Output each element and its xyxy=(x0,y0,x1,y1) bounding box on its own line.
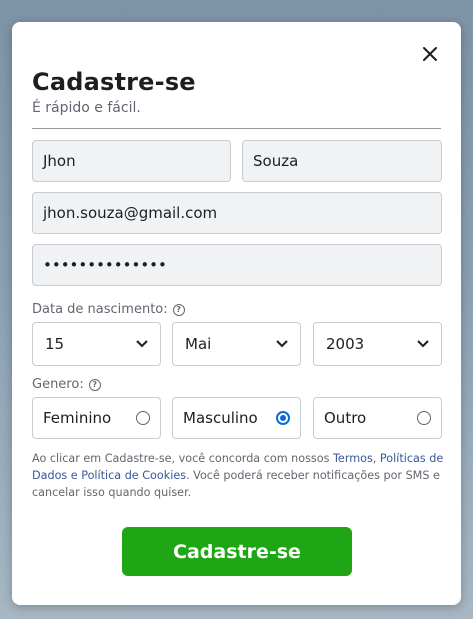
gender-option-feminino[interactable]: Feminino xyxy=(32,397,161,439)
gender-option-label: Feminino xyxy=(43,409,112,427)
terms-prefix: Ao clicar em Cadastre-se, você concorda … xyxy=(32,452,333,465)
divider xyxy=(32,128,441,129)
birth-label-text: Data de nascimento: xyxy=(32,302,168,317)
email-value: jhon.souza@gmail.com xyxy=(43,204,218,222)
first-name-value: Jhon xyxy=(43,152,76,170)
birth-day-select[interactable]: 15 xyxy=(32,322,161,366)
chevron-down-icon xyxy=(136,340,148,348)
terms-sep: , xyxy=(372,452,380,465)
birth-day-value: 15 xyxy=(45,335,65,353)
radio-button[interactable] xyxy=(136,411,150,425)
gender-option-masculino[interactable]: Masculino xyxy=(172,397,301,439)
birth-month-value: Mai xyxy=(185,335,212,353)
birth-month-select[interactable]: Mai xyxy=(172,322,301,366)
modal-subtitle: É rápido e fácil. xyxy=(32,100,141,116)
gender-option-outro[interactable]: Outro xyxy=(313,397,442,439)
last-name-input[interactable]: Souza xyxy=(242,140,442,182)
help-icon[interactable]: ? xyxy=(88,378,101,391)
signup-button[interactable]: Cadastre-se xyxy=(122,527,352,576)
signup-modal: Cadastre-se É rápido e fácil. Jhon Souza… xyxy=(12,22,461,605)
last-name-value: Souza xyxy=(253,152,299,170)
birth-year-value: 2003 xyxy=(326,335,365,353)
birth-year-select[interactable]: 2003 xyxy=(313,322,442,366)
gender-label-text: Genero: xyxy=(32,377,84,392)
chevron-down-icon xyxy=(417,340,429,348)
radio-button-checked[interactable] xyxy=(276,411,290,425)
close-icon xyxy=(423,47,437,61)
terms-text: Ao clicar em Cadastre-se, você concorda … xyxy=(32,450,444,501)
first-name-input[interactable]: Jhon xyxy=(32,140,231,182)
email-input[interactable]: jhon.souza@gmail.com xyxy=(32,192,442,234)
radio-button[interactable] xyxy=(417,411,431,425)
password-input[interactable]: •••••••••••••• xyxy=(32,244,442,286)
terms-link[interactable]: Termos xyxy=(333,452,373,465)
gender-option-label: Masculino xyxy=(183,409,258,427)
gender-option-label: Outro xyxy=(324,409,367,427)
chevron-down-icon xyxy=(276,340,288,348)
password-value: •••••••••••••• xyxy=(43,256,167,274)
close-button[interactable] xyxy=(418,42,442,66)
modal-title: Cadastre-se xyxy=(32,68,196,96)
help-icon[interactable]: ? xyxy=(172,303,185,316)
gender-label: Genero: ? xyxy=(32,377,101,392)
birth-label: Data de nascimento: ? xyxy=(32,302,185,317)
